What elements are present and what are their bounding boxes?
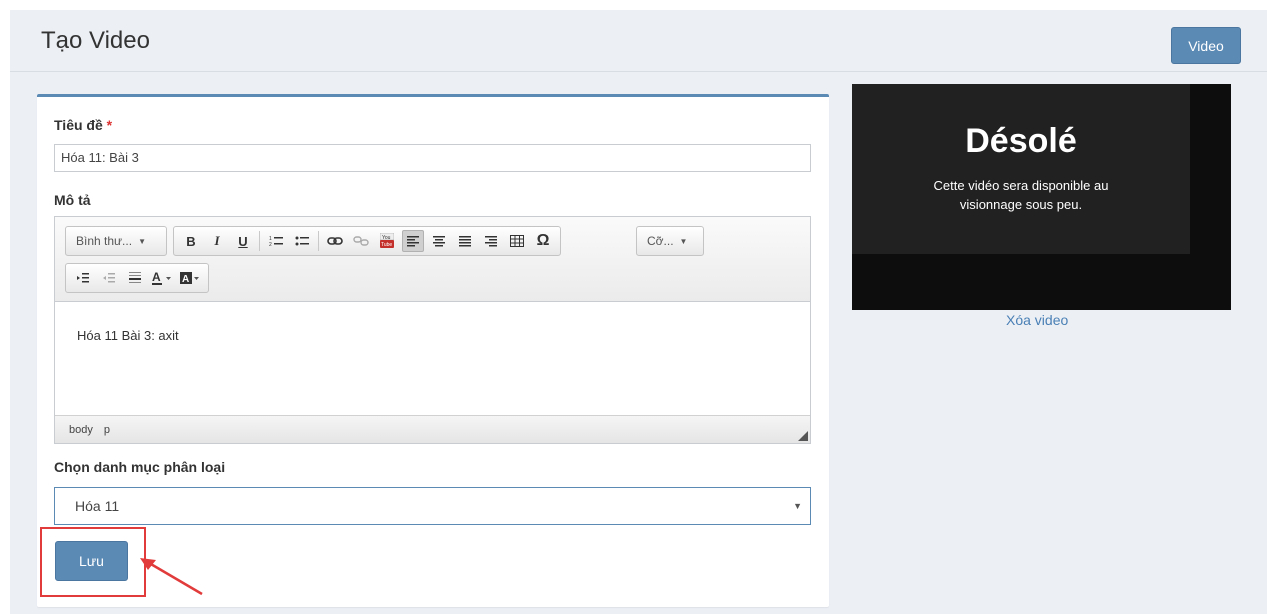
bullet-list-icon[interactable] bbox=[291, 230, 313, 252]
editor-content[interactable]: Hóa 11 Bài 3: axit bbox=[55, 302, 810, 415]
page-title: Tạo Video bbox=[41, 27, 150, 54]
editor-statusbar: body p bbox=[55, 415, 810, 443]
align-justify-icon[interactable] bbox=[454, 230, 476, 252]
delete-video-link[interactable]: Xóa video bbox=[1006, 312, 1068, 328]
rich-text-editor: Bình thư... ▼ B I U 12 You Tube Ω Cỡ... … bbox=[54, 216, 811, 444]
outdent-icon[interactable] bbox=[98, 267, 120, 289]
chevron-down-icon: ▼ bbox=[679, 236, 688, 246]
background-color-icon[interactable]: A bbox=[178, 267, 202, 289]
align-center-icon[interactable] bbox=[428, 230, 450, 252]
horizontal-rule-icon[interactable] bbox=[124, 267, 146, 289]
resize-handle-icon[interactable] bbox=[798, 431, 808, 441]
link-icon[interactable] bbox=[324, 230, 346, 252]
video-placeholder: Désolé Cette vidéo sera disponible au vi… bbox=[852, 84, 1190, 254]
unlink-icon[interactable] bbox=[350, 230, 372, 252]
category-value: Hóa 11 bbox=[75, 498, 120, 514]
editor-toolbar: Bình thư... ▼ B I U 12 You Tube Ω Cỡ... … bbox=[55, 217, 810, 302]
category-label: Chọn danh mục phân loại bbox=[54, 459, 226, 475]
status-path-p[interactable]: p bbox=[104, 424, 110, 436]
svg-text:2: 2 bbox=[269, 242, 272, 247]
indent-icon[interactable] bbox=[72, 267, 94, 289]
chevron-down-icon: ▼ bbox=[793, 501, 802, 511]
table-icon[interactable] bbox=[506, 230, 528, 252]
toolbar-main-group: B I U 12 You Tube Ω bbox=[173, 226, 561, 256]
video-preview[interactable]: Désolé Cette vidéo sera disponible au vi… bbox=[852, 84, 1231, 310]
title-input[interactable]: Hóa 11: Bài 3 bbox=[54, 144, 811, 172]
italic-button[interactable]: I bbox=[206, 230, 228, 252]
align-right-icon[interactable] bbox=[480, 230, 502, 252]
required-mark: * bbox=[106, 117, 113, 133]
form-box: Tiêu đề * Hóa 11: Bài 3 Mô tả Bình thư..… bbox=[37, 94, 829, 607]
editor-text[interactable]: Hóa 11 Bài 3: axit bbox=[77, 328, 179, 343]
underline-button[interactable]: U bbox=[232, 230, 254, 252]
category-select[interactable]: Hóa 11 ▼ bbox=[54, 487, 811, 525]
red-arrow-annotation bbox=[140, 558, 203, 596]
align-left-icon[interactable] bbox=[402, 230, 424, 252]
numbered-list-icon[interactable]: 12 bbox=[265, 230, 287, 252]
chevron-down-icon: ▼ bbox=[138, 236, 146, 246]
description-label: Mô tả bbox=[54, 192, 91, 208]
svg-text:Tube: Tube bbox=[381, 242, 392, 248]
highlight-box: Lưu bbox=[40, 527, 146, 597]
font-size-combo[interactable]: Cỡ... ▼ bbox=[636, 226, 704, 256]
youtube-icon[interactable]: You Tube bbox=[376, 230, 398, 252]
svg-text:A: A bbox=[182, 274, 189, 285]
video-title: Désolé bbox=[965, 122, 1077, 160]
svg-text:A: A bbox=[152, 271, 161, 284]
save-button[interactable]: Lưu bbox=[55, 541, 128, 581]
format-combo[interactable]: Bình thư... ▼ bbox=[65, 226, 167, 256]
special-char-icon[interactable]: Ω bbox=[532, 230, 554, 252]
title-label: Tiêu đề * bbox=[54, 117, 113, 133]
video-button[interactable]: Video bbox=[1171, 27, 1241, 64]
status-path-body[interactable]: body bbox=[69, 424, 93, 436]
video-message: Cette vidéo sera disponible au visionnag… bbox=[933, 178, 1109, 212]
page-header: Tạo Video Video bbox=[10, 10, 1267, 72]
text-color-icon[interactable]: A bbox=[150, 267, 174, 289]
toolbar-second-group: A A bbox=[65, 263, 209, 293]
bold-button[interactable]: B bbox=[180, 230, 202, 252]
